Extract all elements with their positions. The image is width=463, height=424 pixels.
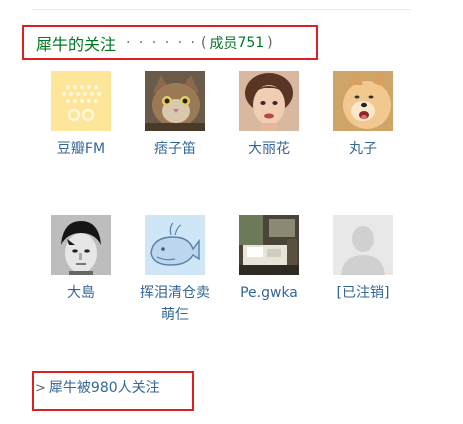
- member-name[interactable]: 豆瓣FM: [33, 138, 129, 160]
- room-photo-icon: [239, 215, 299, 275]
- member-name[interactable]: 丸子: [315, 138, 411, 160]
- douban-fm-avatar[interactable]: [51, 71, 111, 131]
- whale-avatar[interactable]: [145, 215, 205, 275]
- paren-open: (: [200, 34, 207, 51]
- member-item[interactable]: 痞子笛: [127, 71, 223, 160]
- member-item[interactable]: 大丽花: [221, 71, 317, 160]
- member-count[interactable]: 751: [237, 35, 264, 51]
- member-name[interactable]: 大島: [33, 282, 129, 304]
- following-title[interactable]: 犀牛的关注: [36, 31, 116, 55]
- vintage-woman-avatar[interactable]: [239, 71, 299, 131]
- member-label[interactable]: 成员: [209, 33, 237, 53]
- woman-portrait-icon: [239, 71, 299, 131]
- paren-close: ): [267, 34, 273, 51]
- boy-portrait-avatar[interactable]: [51, 215, 111, 275]
- douban-fm-icon: [51, 71, 111, 131]
- arrow-right-icon: >: [35, 381, 46, 396]
- member-name[interactable]: Pe.gwka: [221, 282, 317, 304]
- room-photo-avatar[interactable]: [239, 215, 299, 275]
- member-name[interactable]: 痞子笛: [127, 138, 223, 160]
- top-divider: [32, 9, 411, 10]
- default-user-avatar[interactable]: [333, 215, 393, 275]
- dog-avatar[interactable]: [333, 71, 393, 131]
- member-item[interactable]: 挥泪清仓卖萌仨: [127, 215, 223, 326]
- member-item[interactable]: 丸子: [315, 71, 411, 160]
- member-item[interactable]: [已注销]: [315, 215, 411, 304]
- cat-icon: [145, 71, 205, 131]
- member-item[interactable]: Pe.gwka: [221, 215, 317, 304]
- user-silhouette-icon: [333, 215, 393, 275]
- title-dots: · · · · · ·: [126, 34, 197, 51]
- member-item[interactable]: 大島: [33, 215, 129, 304]
- following-header: 犀牛的关注 · · · · · · ( 成员 751 ): [22, 25, 318, 60]
- boy-portrait-icon: [51, 215, 111, 275]
- cat-avatar[interactable]: [145, 71, 205, 131]
- member-item[interactable]: 豆瓣FM: [33, 71, 129, 160]
- whale-icon: [145, 215, 205, 275]
- member-name[interactable]: [已注销]: [315, 282, 411, 304]
- dog-icon: [333, 71, 393, 131]
- member-name[interactable]: 挥泪清仓卖萌仨: [140, 282, 210, 326]
- followers-link[interactable]: > 犀牛被980人关注: [35, 377, 160, 397]
- followers-text[interactable]: 犀牛被980人关注: [49, 380, 160, 396]
- member-name[interactable]: 大丽花: [221, 138, 317, 160]
